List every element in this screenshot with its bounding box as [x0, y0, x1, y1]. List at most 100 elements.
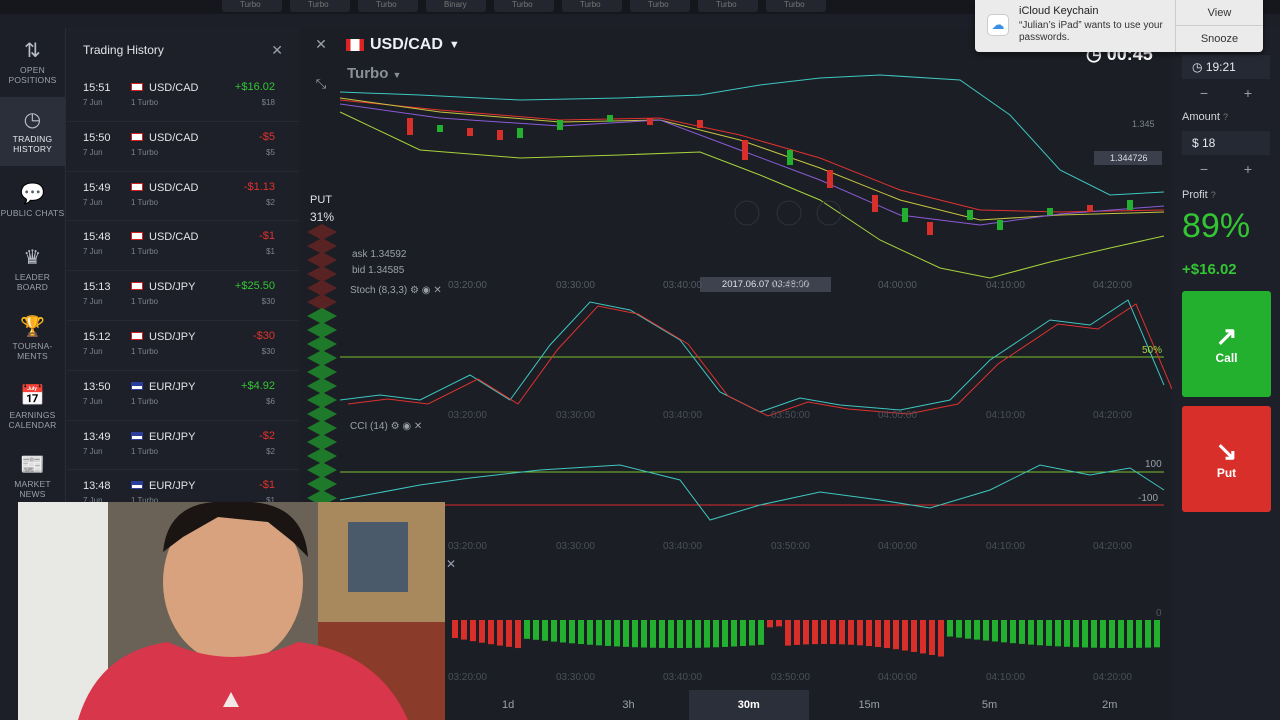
macd-bar	[1127, 620, 1133, 648]
x-tick-label: 04:10:00	[986, 541, 1025, 552]
close-icon[interactable]: ✕	[433, 285, 441, 296]
sentiment-diamond	[307, 406, 337, 422]
close-icon[interactable]: ✕	[414, 421, 422, 432]
timeframe-15m[interactable]: 15m	[809, 690, 929, 720]
close-icon[interactable]: ✕	[446, 557, 456, 571]
eye-icon[interactable]: ◉	[402, 421, 411, 432]
plus-button[interactable]: +	[1244, 161, 1252, 177]
sentiment-diamond	[307, 252, 337, 268]
call-button[interactable]: ↗ Call	[1182, 291, 1271, 397]
eye-icon[interactable]: ◉	[422, 285, 431, 296]
macd-bar	[1064, 620, 1070, 647]
macd-bar	[695, 620, 701, 648]
expiry-time-field[interactable]: ◷ 19:21	[1182, 55, 1270, 79]
macd-bar	[578, 620, 584, 645]
minus-button[interactable]: −	[1200, 161, 1208, 177]
clock-icon: ◷	[1192, 60, 1203, 74]
mode-selector[interactable]: Turbo ▼	[347, 65, 401, 82]
macd-bar	[911, 620, 917, 652]
sentiment-diamond	[307, 448, 337, 464]
macd-bar	[677, 620, 683, 648]
macd-bar	[1145, 620, 1151, 648]
close-chart-icon[interactable]: ✕	[311, 36, 331, 56]
sentiment-diamond	[307, 420, 337, 436]
x-tick-label: 03:50:00	[771, 280, 810, 291]
sentiment-diamond	[307, 392, 337, 408]
x-tick-label: 03:50:00	[771, 410, 810, 421]
candle	[1047, 208, 1053, 215]
timeframe-30m[interactable]: 30m	[688, 690, 809, 720]
sentiment-diamond	[307, 322, 337, 338]
x-tick-label: 04:00:00	[878, 541, 917, 552]
help-icon[interactable]: ?	[1211, 190, 1216, 200]
timeframe-5m[interactable]: 5m	[929, 690, 1049, 720]
gear-icon[interactable]: ⚙	[410, 285, 419, 296]
x-tick-label: 04:20:00	[1093, 672, 1132, 683]
macd-bar	[803, 620, 809, 645]
macd-bar	[821, 620, 827, 645]
view-button[interactable]: View	[1176, 0, 1263, 26]
macd-bar	[794, 620, 800, 645]
macd-bar	[1118, 620, 1124, 648]
candle	[557, 120, 563, 130]
asset-name: USD/CAD	[370, 36, 443, 53]
put-sentiment-label: PUT	[310, 194, 332, 206]
notification-title: iCloud Keychain	[1019, 5, 1099, 17]
amount-label-text: Amount	[1182, 111, 1220, 123]
cci-indicator-label: CCI (14) ⚙ ◉ ✕	[350, 421, 422, 432]
sentiment-diamond	[307, 336, 337, 352]
timeframe-3h[interactable]: 3h	[568, 690, 688, 720]
macd-bar	[1136, 620, 1142, 648]
snooze-button[interactable]: Snooze	[1176, 26, 1263, 52]
macd-bar	[1082, 620, 1088, 648]
candle	[607, 115, 613, 122]
macd-bar	[632, 620, 638, 648]
candle	[407, 118, 413, 135]
macd-bar	[551, 620, 557, 642]
amount-input[interactable]: $ 18	[1182, 131, 1270, 155]
candle	[997, 220, 1003, 230]
put-button-label: Put	[1216, 466, 1237, 480]
macd-bar	[605, 620, 611, 646]
macd-bar	[875, 620, 881, 647]
stoch-indicator-label: Stoch (8,3,3) ⚙ ◉ ✕	[350, 285, 442, 296]
amount-label: Amount ?	[1182, 111, 1228, 123]
gear-icon[interactable]: ⚙	[391, 421, 400, 432]
macd-bar	[866, 620, 872, 647]
candle	[1087, 205, 1093, 212]
x-tick-label: 04:10:00	[986, 410, 1025, 421]
plus-button[interactable]: +	[1244, 85, 1252, 101]
asset-selector[interactable]: USD/CAD ▼	[346, 36, 460, 54]
profit-label-text: Profit	[1182, 189, 1208, 201]
macd-bar	[749, 620, 755, 646]
timeframe-2m[interactable]: 2m	[1050, 690, 1170, 720]
put-button[interactable]: ↘ Put	[1182, 406, 1271, 512]
macd-bar	[839, 620, 845, 645]
macd-bar	[569, 620, 575, 644]
put-sentiment: PUT 31%	[310, 192, 334, 226]
x-tick-label: 03:50:00	[771, 672, 810, 683]
x-tick-label: 03:30:00	[556, 410, 595, 421]
candle	[647, 118, 653, 125]
macd-bar	[947, 620, 953, 637]
collapse-icon[interactable]: ⤡	[311, 76, 331, 96]
sentiment-diamond	[307, 350, 337, 366]
macd-bar	[524, 620, 530, 639]
macd-bar	[650, 620, 656, 648]
help-icon[interactable]: ?	[1223, 112, 1228, 122]
sentiment-diamond	[307, 224, 337, 240]
minus-button[interactable]: −	[1200, 85, 1208, 101]
sentiment-diamond	[307, 238, 337, 254]
sentiment-diamond	[307, 308, 337, 324]
macd-bar	[488, 620, 494, 645]
x-tick-label: 03:30:00	[556, 672, 595, 683]
macd-bar	[641, 620, 647, 648]
macd-bar	[1037, 620, 1043, 646]
macd-bar	[740, 620, 746, 647]
bid-value: bid 1.34585	[352, 265, 405, 276]
ask-value: ask 1.34592	[352, 249, 407, 260]
candle	[827, 170, 833, 188]
macd-bar	[830, 620, 836, 645]
timeframe-1d[interactable]: 1d	[448, 690, 568, 720]
candle	[517, 128, 523, 138]
